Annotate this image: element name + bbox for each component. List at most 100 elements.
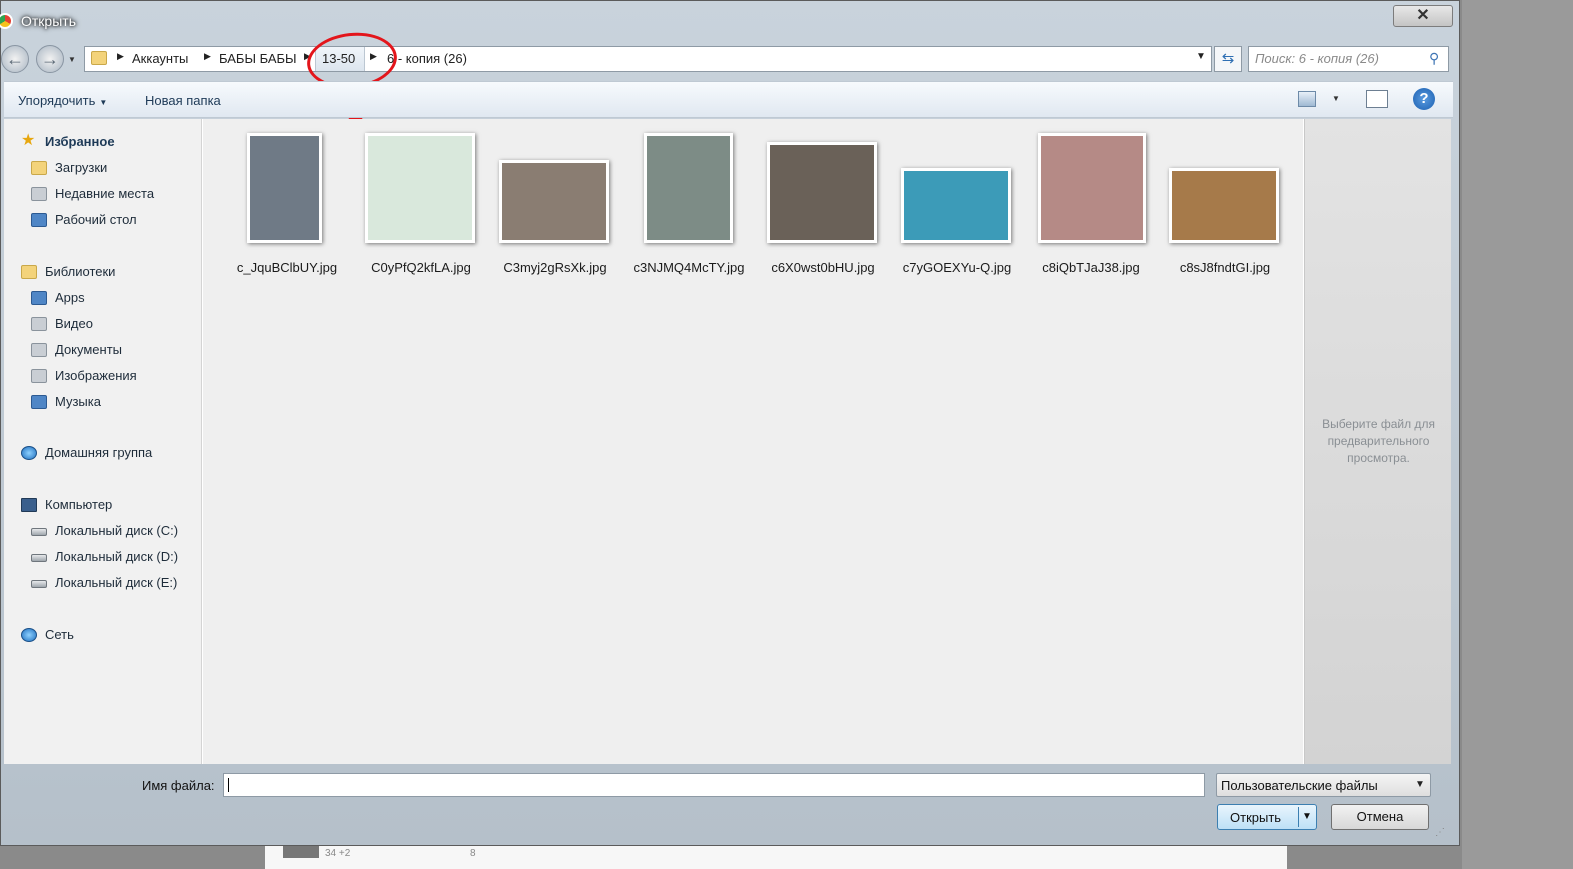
sidebar-favorites[interactable]: Избранное [45, 134, 115, 149]
sidebar-item-apps[interactable]: Apps [55, 290, 85, 305]
file-thumbnail [499, 160, 609, 243]
file-thumbnail [901, 168, 1011, 243]
sidebar-computer[interactable]: Компьютер [45, 497, 112, 512]
sidebar-item-documents[interactable]: Документы [55, 342, 122, 357]
sidebar-item-pictures[interactable]: Изображения [55, 368, 137, 383]
disk-c-icon [31, 528, 47, 536]
background-footer-text: 34 +2 [325, 848, 351, 859]
filetype-value: Пользовательские файлы [1221, 778, 1378, 793]
breadcrumb-current-folder[interactable]: 6 - копия (26) [387, 51, 467, 66]
file-list[interactable]: c_JquBClbUY.jpg C0yPfQ2kfLA.jpg C3myj2gR… [203, 119, 1303, 764]
apps-icon [31, 291, 47, 305]
file-name: c6X0wst0bHU.jpg [771, 260, 875, 275]
folder-icon [91, 51, 107, 65]
search-input[interactable] [1255, 51, 1425, 66]
refresh-icon: ⇆ [1221, 50, 1235, 67]
breadcrumb-accounts[interactable]: Аккаунты [132, 51, 188, 66]
dialog-title: Открыть [21, 13, 76, 29]
open-options-dropdown-icon[interactable]: ▼ [1302, 811, 1312, 822]
preview-pane-icon[interactable] [1366, 90, 1388, 108]
organize-button[interactable]: Упорядочить ▼ [18, 93, 107, 108]
refresh-button[interactable]: ⇆ [1214, 46, 1242, 72]
recent-places-icon [31, 187, 47, 201]
preview-message: Выберите файл для предварительного просм… [1322, 417, 1435, 465]
sidebar-item-disk-e[interactable]: Локальный диск (E:) [55, 575, 177, 590]
background-footer-number: 8 [470, 848, 476, 859]
file-tile[interactable]: c7yGOEXYu-Q.jpg [890, 127, 1024, 275]
file-tile[interactable]: c_JquBClbUY.jpg [220, 127, 354, 275]
organize-label: Упорядочить [18, 93, 96, 108]
file-thumbnail [1169, 168, 1279, 243]
file-thumbnail [1038, 133, 1146, 243]
homegroup-icon [21, 446, 37, 460]
file-thumbnail [247, 133, 322, 243]
desktop-icon [31, 213, 47, 227]
computer-icon [21, 498, 37, 512]
file-tile[interactable]: c3NJMQ4McTY.jpg [622, 127, 756, 275]
chevron-down-icon: ▼ [99, 98, 108, 107]
open-button[interactable]: Открыть ▼ [1217, 804, 1317, 830]
file-tile[interactable]: c8sJ8fndtGI.jpg [1158, 127, 1292, 275]
sidebar-item-music[interactable]: Музыка [55, 394, 101, 409]
file-name: C3myj2gRsXk.jpg [503, 260, 607, 275]
sidebar-item-disk-c[interactable]: Локальный диск (C:) [55, 523, 178, 538]
split-divider [1298, 807, 1299, 827]
breadcrumb-separator-icon[interactable]: ▶ [204, 51, 211, 62]
sidebar-item-recent[interactable]: Недавние места [55, 186, 154, 201]
file-tile[interactable]: C0yPfQ2kfLA.jpg [354, 127, 488, 275]
open-file-dialog: Открыть ✕ ← → ▼ ▶ Аккаунты ▶ БАБЫ БАБЫ ▶… [0, 0, 1460, 846]
sidebar-item-video[interactable]: Видео [55, 316, 93, 331]
navigation-pane[interactable]: ★ Избранное Загрузки Недавние места Рабо… [4, 119, 202, 764]
address-bar[interactable]: ▶ Аккаунты ▶ БАБЫ БАБЫ ▶ 13-50 ▶ 6 - коп… [84, 46, 1212, 72]
chrome-icon [0, 13, 13, 29]
file-name: C0yPfQ2kfLA.jpg [371, 260, 471, 275]
star-icon: ★ [21, 132, 36, 149]
pictures-icon [31, 369, 47, 383]
file-thumbnail [767, 142, 877, 243]
background-footer [265, 846, 1287, 869]
video-icon [31, 317, 47, 331]
back-arrow-icon: ← [6, 49, 24, 69]
filename-label: Имя файла: [142, 778, 215, 793]
chevron-down-icon: ▼ [1415, 779, 1425, 790]
breadcrumb-separator-icon[interactable]: ▶ [117, 51, 124, 62]
sidebar-network[interactable]: Сеть [45, 627, 74, 642]
downloads-icon [31, 161, 47, 175]
file-thumbnail [644, 133, 733, 243]
file-tile[interactable]: c8iQbTJaJ38.jpg [1024, 127, 1158, 275]
text-caret [228, 778, 229, 792]
back-button[interactable]: ← [1, 45, 29, 73]
open-label: Открыть [1230, 810, 1282, 825]
file-tile[interactable]: c6X0wst0bHU.jpg [756, 127, 890, 275]
new-folder-button[interactable]: Новая папка [145, 93, 221, 108]
forward-button[interactable]: → [36, 45, 64, 73]
libraries-icon [21, 265, 37, 279]
change-view-icon[interactable] [1298, 91, 1316, 107]
disk-e-icon [31, 580, 47, 588]
sidebar-homegroup[interactable]: Домашняя группа [45, 445, 152, 460]
search-icon[interactable]: ⚲ [1429, 50, 1439, 67]
help-icon[interactable]: ? [1413, 88, 1435, 110]
file-tile[interactable]: C3myj2gRsXk.jpg [488, 127, 622, 275]
close-button[interactable]: ✕ [1393, 5, 1453, 27]
network-icon [21, 628, 37, 642]
sidebar-item-downloads[interactable]: Загрузки [55, 160, 107, 175]
address-dropdown-icon[interactable]: ▼ [1196, 51, 1206, 62]
breadcrumb-baby[interactable]: БАБЫ БАБЫ [219, 51, 297, 66]
cancel-button[interactable]: Отмена [1331, 804, 1429, 830]
title-bar: Открыть ✕ [0, 1, 1459, 41]
file-name: c8sJ8fndtGI.jpg [1179, 260, 1271, 275]
documents-icon [31, 343, 47, 357]
preview-pane: Выберите файл для предварительного просм… [1304, 119, 1451, 764]
filename-field[interactable]: ▼ [223, 773, 1420, 797]
sidebar-libraries[interactable]: Библиотеки [45, 264, 115, 279]
filetype-select[interactable]: Пользовательские файлы ▼ [1216, 773, 1431, 797]
file-name: c_JquBClbUY.jpg [236, 260, 338, 275]
dialog-body: ★ Избранное Загрузки Недавние места Рабо… [4, 119, 1451, 764]
sidebar-item-disk-d[interactable]: Локальный диск (D:) [55, 549, 178, 564]
resize-grip-icon[interactable]: ⋰ [1435, 827, 1445, 838]
sidebar-item-desktop[interactable]: Рабочий стол [55, 212, 137, 227]
view-options-dropdown-icon[interactable]: ▼ [1332, 94, 1340, 103]
search-box[interactable]: ⚲ [1248, 46, 1449, 72]
recent-locations-dropdown[interactable]: ▼ [68, 55, 78, 65]
